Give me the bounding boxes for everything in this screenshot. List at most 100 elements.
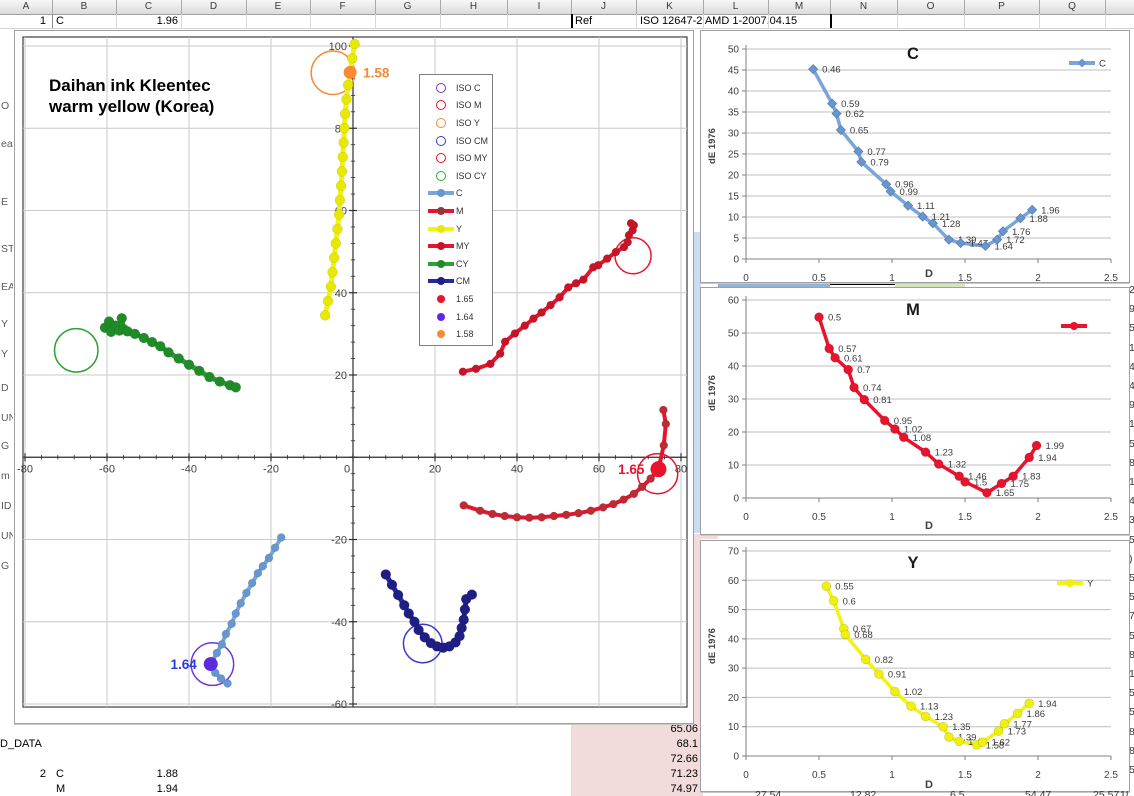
legend-label: CY — [456, 259, 469, 269]
svg-text:10: 10 — [728, 213, 740, 224]
svg-text:20: 20 — [429, 463, 441, 475]
column-header-K[interactable]: K — [636, 1, 703, 12]
column-header-I[interactable]: I — [507, 1, 571, 12]
column-header-J[interactable]: J — [571, 1, 636, 12]
gridline — [375, 14, 376, 28]
column-header-D[interactable]: D — [181, 1, 246, 12]
svg-text:40: 40 — [728, 362, 740, 373]
svg-text:45: 45 — [728, 66, 740, 77]
chart-title-y: Y — [907, 554, 918, 572]
series-line-icon — [426, 262, 456, 266]
clipped-value: 54.47 — [1025, 789, 1051, 796]
svg-text:2: 2 — [1035, 273, 1041, 282]
clipped-value: 12.82 — [850, 789, 876, 796]
column-header-N[interactable]: N — [830, 1, 897, 12]
clipped-text: Y — [1, 318, 8, 330]
pink-cell-value[interactable]: 72.66 — [578, 752, 698, 767]
svg-text:5: 5 — [733, 234, 739, 245]
highlight-dot-1.58 — [344, 66, 357, 79]
svg-text:1.5: 1.5 — [958, 770, 972, 781]
cell-b-m[interactable]: M — [56, 782, 65, 796]
x-axis-label: D — [925, 520, 933, 532]
clipped-text: EA — [1, 281, 13, 293]
column-header-E[interactable]: E — [246, 1, 310, 12]
cell-c-194[interactable]: 1.94 — [116, 782, 178, 796]
main-scatter-chart[interactable]: -80-60-40-2002040608010080604020-20-40-6… — [14, 30, 694, 724]
clipped-text: ea — [1, 138, 13, 150]
column-header-P[interactable]: P — [964, 1, 1039, 12]
legend-label-c: C — [1099, 59, 1106, 70]
svg-text:0: 0 — [743, 512, 749, 523]
svg-text:15: 15 — [728, 192, 740, 203]
main-chart-plot: -80-60-40-2002040608010080604020-20-40-6… — [15, 31, 693, 723]
legend-item-y: Y — [426, 220, 492, 238]
cell-b1[interactable]: C — [56, 14, 64, 28]
legend-label: C — [456, 188, 463, 198]
gridline — [1039, 14, 1040, 28]
legend-item-iso-m: ISO M — [426, 97, 492, 115]
clipped-text: UN — [1, 530, 13, 542]
cell-ref[interactable]: Ref — [575, 14, 592, 28]
svg-text:-20: -20 — [331, 535, 347, 547]
chart-title-m: M — [906, 301, 920, 319]
svg-text:2: 2 — [1035, 512, 1041, 523]
cell-iso-standard[interactable]: ISO 12647-2 AMD 1-2007.04.15 — [640, 14, 797, 28]
legend-item-iso-c: ISO C — [426, 79, 492, 97]
open-circle-icon — [426, 171, 456, 181]
clipped-text: O — [1, 100, 9, 112]
svg-text:1.5: 1.5 — [958, 512, 972, 523]
svg-text:70: 70 — [728, 547, 740, 558]
svg-text:40: 40 — [511, 463, 523, 475]
gridline — [246, 14, 247, 28]
svg-text:1: 1 — [889, 273, 895, 282]
pink-cell-value[interactable]: 71.23 — [578, 767, 698, 782]
column-header-C[interactable]: C — [116, 1, 181, 12]
chart-legend[interactable]: ISO CISO MISO YISO CMISO MYISO CYCMYMYCY… — [419, 74, 493, 346]
column-header-B[interactable]: B — [52, 1, 116, 12]
gridline — [964, 14, 965, 28]
data-label: 1.23 — [935, 712, 954, 723]
column-header-G[interactable]: G — [375, 1, 440, 12]
legend-label: MY — [456, 241, 470, 251]
cell-c1[interactable]: 1.96 — [116, 14, 178, 28]
column-header-F[interactable]: F — [310, 1, 375, 12]
open-circle-icon — [426, 136, 456, 146]
column-headers[interactable]: ABCDEFGHIJKLMNOPQ — [0, 0, 1134, 15]
svg-text:0: 0 — [743, 770, 749, 781]
cell-b-c[interactable]: C — [56, 767, 64, 781]
legend-label: ISO C — [456, 83, 481, 93]
chart-c[interactable]: 0510152025303540455000.511.522.5CdE 1976… — [700, 30, 1130, 283]
chart-y[interactable]: 01020304050607000.511.522.5YdE 1976DY0.5… — [700, 540, 1130, 792]
clipped-value: 27.54 — [755, 789, 781, 796]
legend-item-iso-cy: ISO CY — [426, 167, 492, 185]
column-header-O[interactable]: O — [897, 1, 964, 12]
gridline — [440, 14, 441, 28]
clipped-text: D — [1, 382, 9, 394]
x-axis-label: D — [925, 268, 933, 280]
clipped-text: ST — [1, 243, 13, 255]
data-label: 0.7 — [857, 365, 870, 376]
legend-item-1-58: 1.58 — [426, 325, 492, 343]
column-header-L[interactable]: L — [703, 1, 768, 12]
svg-text:60: 60 — [728, 576, 740, 587]
legend-label: 1.65 — [456, 294, 474, 304]
svg-text:30: 30 — [728, 395, 740, 406]
column-header-M[interactable]: M — [768, 1, 830, 12]
data-label: 0.62 — [846, 109, 865, 120]
pink-highlight-cells[interactable]: 65.0668.172.6671.2374.97 — [571, 722, 703, 796]
series-line-icon — [426, 191, 456, 195]
svg-text:30: 30 — [728, 664, 740, 675]
data-label: 0.77 — [867, 147, 886, 158]
pink-cell-value[interactable]: 74.97 — [578, 782, 698, 796]
pink-cell-value[interactable]: 68.1 — [578, 737, 698, 752]
column-header-H[interactable]: H — [440, 1, 507, 12]
svg-text:35: 35 — [728, 108, 740, 119]
clipped-value: 25.57 — [1093, 789, 1119, 796]
cell-c-188[interactable]: 1.88 — [116, 767, 178, 781]
cell-border-thick — [830, 14, 832, 28]
clipped-cell-text-left: OeaESTEAYYDUNGmIDUNG — [0, 0, 13, 796]
column-header-Q[interactable]: Q — [1039, 1, 1105, 12]
dot-icon — [426, 295, 456, 303]
gridline — [116, 14, 117, 28]
chart-m[interactable]: 010203040506000.511.522.5MdE 1976D0.50.5… — [700, 287, 1130, 535]
